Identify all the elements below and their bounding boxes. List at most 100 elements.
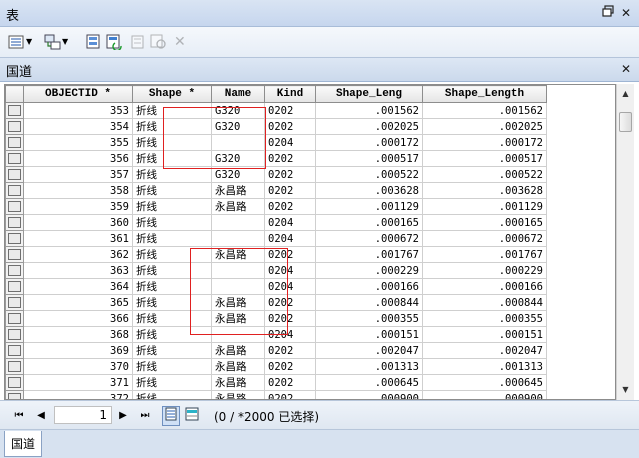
select-by-attributes-icon[interactable] (86, 34, 104, 50)
restore-icon[interactable] (600, 5, 616, 21)
table-row[interactable]: 353 折线 G320 0202.001562.001562 (5, 102, 547, 119)
cell-shape[interactable]: 折线 (132, 182, 212, 199)
cell-shape-length[interactable]: .000151 (422, 326, 547, 343)
cell-name[interactable]: 永昌路 (211, 374, 265, 391)
cell-objectid[interactable]: 353 (23, 102, 133, 119)
last-record-icon[interactable]: ⏭ (138, 409, 152, 423)
row-selector[interactable] (5, 262, 24, 279)
row-selector[interactable] (5, 118, 24, 135)
cell-objectid[interactable]: 364 (23, 278, 133, 295)
cell-shape-length[interactable]: .001562 (422, 102, 547, 119)
row-selector[interactable] (5, 166, 24, 183)
scroll-down-icon[interactable]: ▼ (617, 382, 634, 398)
cell-shape-leng[interactable]: .000229 (315, 262, 423, 279)
table-row[interactable]: 372 折线 永昌路 0202.000900.000900 (5, 390, 547, 399)
cell-objectid[interactable]: 357 (23, 166, 133, 183)
column-header-shape-leng[interactable]: Shape_Leng (315, 85, 423, 103)
table-row[interactable]: 361 折线 0204.000672.000672 (5, 230, 547, 247)
table-close-icon[interactable]: ✕ (618, 61, 634, 77)
row-selector[interactable] (5, 374, 24, 391)
cell-kind[interactable]: 0204 (264, 214, 316, 231)
row-selector[interactable] (5, 134, 24, 151)
row-selector[interactable] (5, 150, 24, 167)
row-selector[interactable] (5, 342, 24, 359)
clear-selection-icon[interactable] (130, 34, 148, 50)
cell-objectid[interactable]: 358 (23, 182, 133, 199)
row-selector[interactable] (5, 182, 24, 199)
delete-selected-icon[interactable]: ✕ (174, 34, 192, 50)
first-record-icon[interactable]: ⏮ (12, 409, 26, 423)
tab-guodao[interactable]: 国道 (4, 431, 43, 457)
cell-objectid[interactable]: 356 (23, 150, 133, 167)
cell-shape-leng[interactable]: .000645 (315, 374, 423, 391)
cell-shape-length[interactable]: .000900 (422, 390, 547, 399)
cell-objectid[interactable]: 366 (23, 310, 133, 327)
row-selector[interactable] (5, 358, 24, 375)
cell-shape-leng[interactable]: .000355 (315, 310, 423, 327)
table-options-icon[interactable] (8, 34, 26, 50)
cell-shape-length[interactable]: .000672 (422, 230, 547, 247)
cell-shape[interactable]: 折线 (132, 390, 212, 399)
zoom-to-selected-icon[interactable] (150, 34, 168, 50)
cell-kind[interactable]: 0202 (264, 118, 316, 135)
cell-objectid[interactable]: 363 (23, 262, 133, 279)
cell-name[interactable]: 永昌路 (211, 198, 265, 215)
cell-shape-length[interactable]: .000172 (422, 134, 547, 151)
cell-kind[interactable]: 0202 (264, 166, 316, 183)
cell-name[interactable] (211, 230, 265, 247)
cell-shape-length[interactable]: .000229 (422, 262, 547, 279)
cell-name[interactable]: 永昌路 (211, 358, 265, 375)
column-header-name[interactable]: Name (211, 85, 265, 103)
table-row[interactable]: 354 折线 G320 0202.002025.002025 (5, 118, 547, 135)
cell-objectid[interactable]: 355 (23, 134, 133, 151)
cell-shape-leng[interactable]: .002047 (315, 342, 423, 359)
row-selector[interactable] (5, 102, 24, 119)
cell-shape-length[interactable]: .000645 (422, 374, 547, 391)
column-header-objectid[interactable]: OBJECTID * (23, 85, 133, 103)
table-row[interactable]: 356 折线 G320 0202.000517.000517 (5, 150, 547, 167)
cell-shape[interactable]: 折线 (132, 230, 212, 247)
cell-shape-leng[interactable]: .002025 (315, 118, 423, 135)
row-selector[interactable] (5, 294, 24, 311)
cell-kind[interactable]: 0202 (264, 390, 316, 399)
cell-name[interactable] (211, 214, 265, 231)
cell-objectid[interactable]: 365 (23, 294, 133, 311)
cell-shape-leng[interactable]: .000165 (315, 214, 423, 231)
cell-name[interactable]: 永昌路 (211, 342, 265, 359)
table-row[interactable]: 369 折线 永昌路 0202.002047.002047 (5, 342, 547, 359)
cell-kind[interactable]: 0202 (264, 342, 316, 359)
cell-objectid[interactable]: 369 (23, 342, 133, 359)
cell-shape-leng[interactable]: .000672 (315, 230, 423, 247)
row-selector[interactable] (5, 246, 24, 263)
cell-kind[interactable]: 0204 (264, 230, 316, 247)
cell-objectid[interactable]: 360 (23, 214, 133, 231)
table-row[interactable]: 371 折线 永昌路 0202.000645.000645 (5, 374, 547, 391)
cell-kind[interactable]: 0204 (264, 134, 316, 151)
table-row[interactable]: 370 折线 永昌路 0202.001313.001313 (5, 358, 547, 375)
cell-shape[interactable]: 折线 (132, 198, 212, 215)
next-record-icon[interactable]: ▶ (116, 409, 130, 423)
cell-shape[interactable]: 折线 (132, 374, 212, 391)
cell-shape-leng[interactable]: .001313 (315, 358, 423, 375)
cell-objectid[interactable]: 372 (23, 390, 133, 399)
cell-objectid[interactable]: 370 (23, 358, 133, 375)
cell-shape-leng[interactable]: .000151 (315, 326, 423, 343)
cell-shape[interactable]: 折线 (132, 342, 212, 359)
table-row[interactable]: 355 折线 0204.000172.000172 (5, 134, 547, 151)
dropdown-arrow-icon[interactable]: ▼ (62, 34, 72, 50)
vertical-scrollbar[interactable]: ▲ ▼ (616, 84, 634, 400)
show-selected-records-icon[interactable] (184, 407, 200, 423)
cell-shape-leng[interactable]: .000900 (315, 390, 423, 399)
cell-shape-length[interactable]: .000165 (422, 214, 547, 231)
cell-shape-length[interactable]: .001129 (422, 198, 547, 215)
cell-shape-length[interactable]: .001767 (422, 246, 547, 263)
cell-shape-leng[interactable]: .000166 (315, 278, 423, 295)
scrollbar-thumb[interactable] (619, 112, 632, 132)
cell-shape-leng[interactable]: .001562 (315, 102, 423, 119)
cell-kind[interactable]: 0202 (264, 198, 316, 215)
cell-kind[interactable]: 0202 (264, 102, 316, 119)
cell-name[interactable]: 永昌路 (211, 182, 265, 199)
cell-shape-length[interactable]: .000355 (422, 310, 547, 327)
cell-shape-length[interactable]: .000517 (422, 150, 547, 167)
show-all-records-icon[interactable] (162, 406, 180, 426)
